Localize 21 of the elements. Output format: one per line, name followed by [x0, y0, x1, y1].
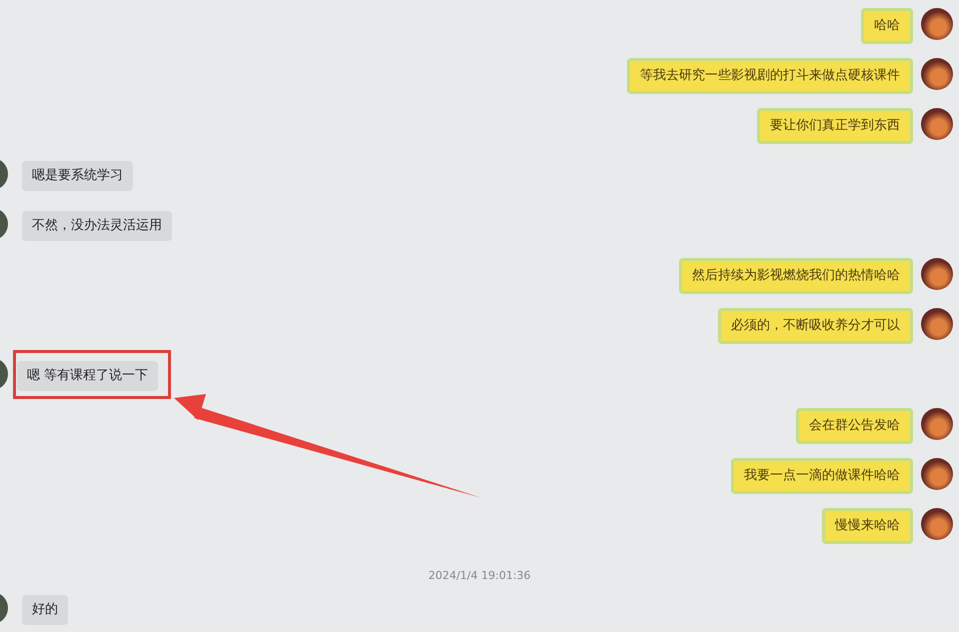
message-bubble: 嗯 等有课程了说一下: [17, 361, 158, 391]
avatar-icon: [921, 408, 953, 440]
avatar-icon: [921, 308, 953, 340]
message-bubble: 然后持续为影视燃烧我们的热情哈哈: [679, 258, 913, 294]
message-bubble: 我要一点一滴的做课件哈哈: [731, 458, 913, 494]
avatar-icon: [921, 508, 953, 540]
timestamp: 2024/1/4 19:01:36: [428, 568, 531, 582]
avatar-icon: [921, 458, 953, 490]
avatar-icon: [921, 8, 953, 40]
message-bubble: 必须的，不断吸收养分才可以: [718, 308, 913, 344]
message-bubble: 等我去研究一些影视剧的打斗来做点硬核课件: [627, 58, 913, 94]
avatar-icon: [921, 258, 953, 290]
message-bubble: 不然，没办法灵活运用: [22, 211, 172, 241]
avatar-icon: [921, 58, 953, 90]
message-bubble: 慢慢来哈哈: [822, 508, 913, 544]
message-bubble: 好的: [22, 595, 68, 625]
message-bubble: 哈哈: [861, 8, 913, 44]
message-bubble: 会在群公告发哈: [796, 408, 913, 444]
message-bubble: 要让你们真正学到东西: [757, 108, 913, 144]
message-bubble: 嗯是要系统学习: [22, 161, 133, 191]
avatar-icon: [921, 108, 953, 140]
